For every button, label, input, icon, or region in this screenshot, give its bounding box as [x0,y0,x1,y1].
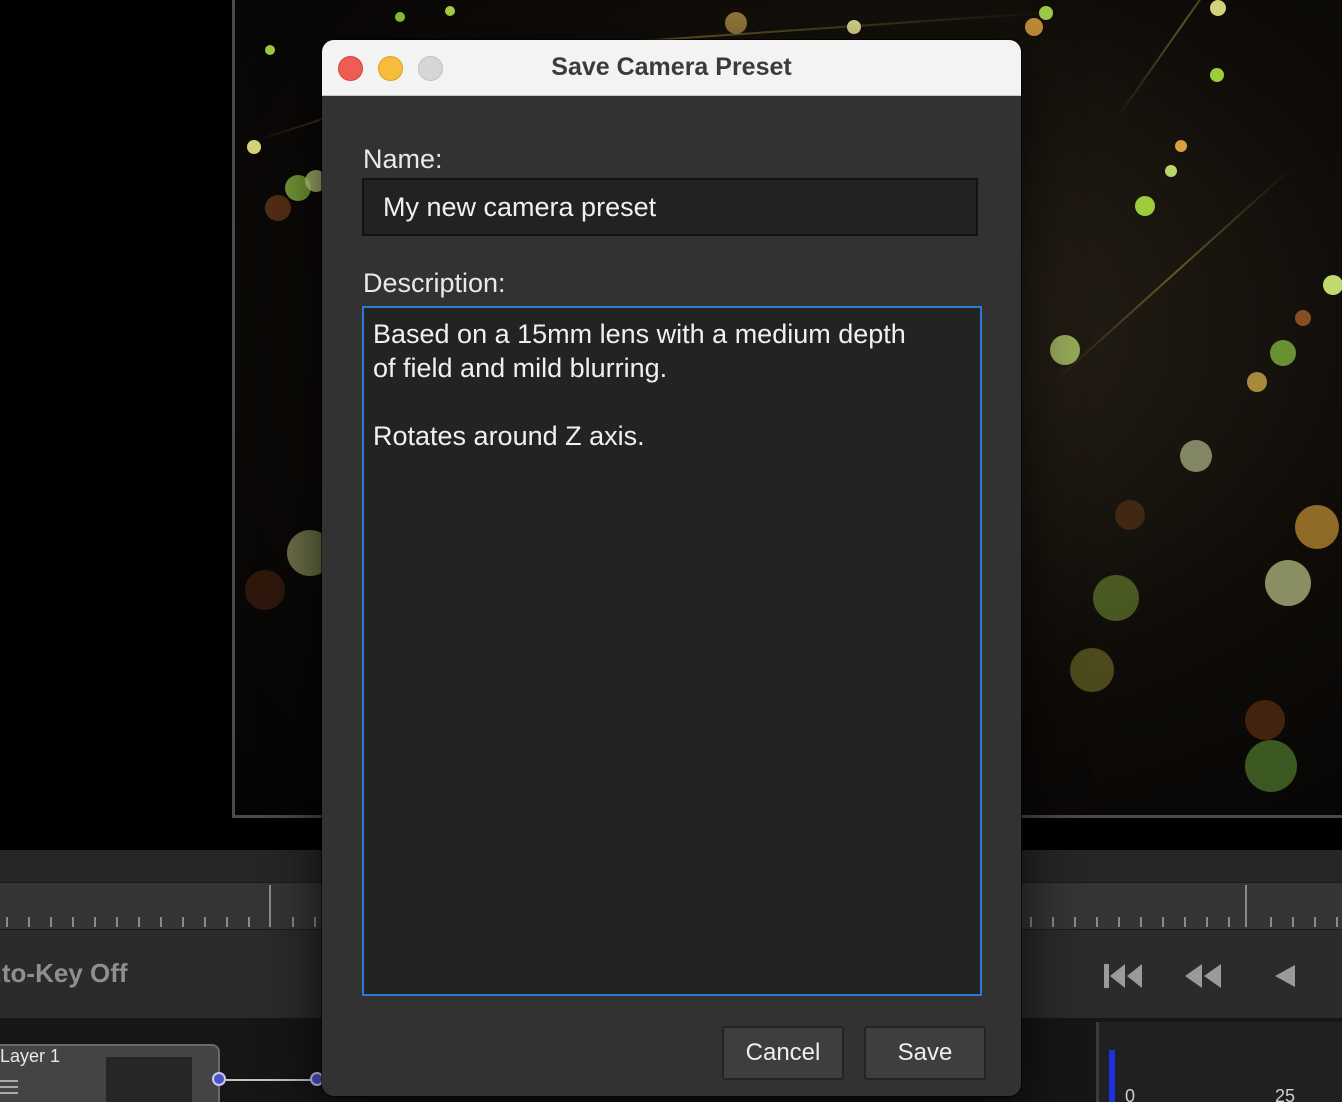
menu-icon[interactable] [0,1080,18,1096]
layer-thumbnail [106,1057,192,1102]
name-label: Name: [363,144,443,174]
play-reverse-icon[interactable] [1270,958,1300,994]
description-textarea[interactable]: Based on a 15mm lens with a medium depth… [362,306,982,996]
auto-key-toggle[interactable]: uto-Key Off [0,958,128,989]
timeline-number-25: 25 [1275,1086,1296,1102]
output-port[interactable] [212,1072,226,1086]
dialog-titlebar[interactable]: Save Camera Preset [322,40,1021,96]
skip-to-start-icon[interactable] [1102,958,1144,994]
node-connection [226,1079,318,1081]
dialog-title: Save Camera Preset [551,53,792,81]
rewind-icon[interactable] [1182,958,1224,994]
playhead-marker[interactable] [1109,1050,1115,1102]
layer-label: Layer 1 [0,1046,61,1066]
description-label: Description: [363,268,506,298]
timeline-panel: 0 25 [1096,1022,1342,1102]
name-input[interactable]: My new camera preset [362,178,978,236]
save-button[interactable]: Save [864,1026,986,1080]
cancel-button[interactable]: Cancel [722,1026,844,1080]
timeline-number-0: 0 [1125,1086,1136,1102]
save-camera-preset-dialog: Save Camera Preset Name: My new camera p… [322,40,1021,1096]
